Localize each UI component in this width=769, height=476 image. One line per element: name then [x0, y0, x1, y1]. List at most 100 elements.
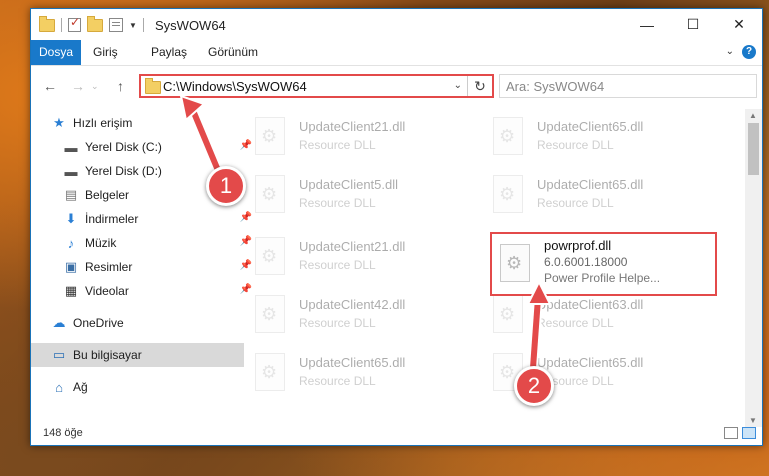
scrollbar-thumb[interactable]	[748, 123, 759, 175]
vertical-scrollbar[interactable]: ▲ ▼	[745, 109, 762, 427]
properties-check-icon[interactable]	[68, 15, 81, 32]
dll-file-icon	[255, 175, 285, 213]
callout-step-1: 1	[206, 166, 246, 206]
sidebar-item-label: Yerel Disk (D:)	[85, 164, 162, 178]
customize-dropdown-icon[interactable]: ▼	[129, 21, 137, 30]
file-name: UpdateClient65.dll	[537, 177, 644, 192]
up-icon[interactable]: ↑	[117, 78, 124, 94]
video-icon: ▦	[64, 283, 78, 298]
sidebar-item-label: Ağ	[73, 380, 88, 394]
address-text[interactable]: C:\Windows\SysWOW64	[163, 79, 307, 94]
powrprof-file-item[interactable]: powrprof.dll 6.0.6001.18000 Power Profil…	[490, 232, 717, 296]
file-item[interactable]: UpdateClient65.dll Resource DLL	[465, 113, 685, 159]
file-name: UpdateClient21.dll	[299, 119, 406, 134]
file-version: 6.0.6001.18000	[544, 255, 628, 269]
sidebar-item-music[interactable]: ♪ Müzik 📌	[31, 231, 256, 255]
sidebar-item-label: Resimler	[85, 260, 133, 274]
view-switcher	[724, 427, 756, 439]
new-folder-icon[interactable]	[87, 15, 103, 32]
expand-ribbon-icon[interactable]: ⌄	[726, 46, 734, 57]
sidebar-item-disk-c[interactable]: ▬ Yerel Disk (C:) 📌	[31, 135, 256, 159]
sidebar-item-label: Belgeler	[85, 188, 130, 202]
title-bar: ▼ SysWOW64 — ☐ ✕	[31, 9, 762, 40]
divider	[61, 18, 62, 32]
window-controls: — ☐ ✕	[624, 9, 762, 40]
file-item[interactable]: UpdateClient5.dll Resource DLL	[227, 171, 447, 217]
star-icon: ★	[53, 115, 65, 130]
address-dropdown-icon[interactable]: ⌄	[454, 80, 462, 91]
minimize-button[interactable]: —	[624, 9, 670, 40]
computer-icon: ▭	[52, 347, 66, 362]
file-item[interactable]: UpdateClient63.dll Resource DLL	[465, 291, 685, 337]
tab-share[interactable]: Paylaş	[151, 40, 187, 65]
back-icon[interactable]: ←	[43, 78, 57, 94]
file-name: UpdateClient65.dll	[537, 119, 644, 134]
file-name: UpdateClient65.dll	[299, 355, 406, 370]
download-icon: ⬇	[65, 211, 77, 226]
documents-icon: ▤	[64, 187, 78, 202]
file-name: UpdateClient65.dll	[537, 355, 644, 370]
dll-file-icon	[255, 117, 285, 155]
dll-file-icon	[493, 175, 523, 213]
drive-icon: ▬	[64, 163, 78, 179]
file-name: UpdateClient42.dll	[299, 297, 406, 312]
dll-file-icon	[255, 237, 285, 275]
sidebar-item-videos[interactable]: ▦ Videolar 📌	[31, 279, 256, 303]
tab-home[interactable]: Giriş	[93, 40, 118, 65]
sidebar-item-label: Hızlı erişim	[73, 116, 133, 130]
quick-access-toolbar: ▼	[39, 15, 144, 32]
rename-icon[interactable]	[109, 18, 123, 32]
sidebar-item-this-pc[interactable]: ▭ Bu bilgisayar	[31, 343, 244, 367]
address-bar[interactable]: C:\Windows\SysWOW64 ⌄ ↻	[139, 74, 494, 98]
item-count: 148 öğe	[43, 427, 83, 439]
file-item[interactable]: UpdateClient65.dll Resource DLL	[465, 171, 685, 217]
sidebar-item-downloads[interactable]: ⬇ İndirmeler 📌	[31, 207, 256, 231]
search-input[interactable]: Ara: SysWOW64	[499, 74, 757, 98]
file-item[interactable]: UpdateClient65.dll Resource DLL	[227, 349, 447, 395]
refresh-icon[interactable]: ↻	[467, 76, 492, 96]
pictures-icon: ▣	[64, 259, 78, 274]
sidebar-item-label: OneDrive	[73, 316, 124, 330]
sidebar-item-pictures[interactable]: ▣ Resimler 📌	[31, 255, 256, 279]
file-type: Resource DLL	[537, 316, 614, 330]
file-name: UpdateClient5.dll	[299, 177, 399, 192]
navigation-pane: ★ Hızlı erişim ▬ Yerel Disk (C:) 📌 ▬ Yer…	[31, 109, 252, 419]
help-icon[interactable]: ?	[742, 45, 756, 59]
folder-icon[interactable]	[39, 15, 55, 32]
sidebar-item-label: İndirmeler	[85, 212, 139, 226]
dll-file-icon	[493, 295, 523, 333]
sidebar-item-label: Yerel Disk (C:)	[85, 140, 162, 154]
tab-view[interactable]: Görünüm	[208, 40, 258, 65]
file-type: Resource DLL	[537, 138, 614, 152]
sidebar-item-onedrive[interactable]: ☁ OneDrive	[31, 311, 244, 335]
file-item[interactable]: UpdateClient65.dll Resource DLL	[465, 349, 685, 395]
callout-step-2: 2	[514, 366, 554, 406]
sidebar-item-label: Bu bilgisayar	[73, 348, 142, 362]
large-icons-view-icon[interactable]	[742, 427, 756, 439]
scroll-up-icon[interactable]: ▲	[749, 111, 757, 120]
file-name: UpdateClient21.dll	[299, 239, 406, 254]
forward-icon[interactable]: →	[71, 78, 85, 94]
details-view-icon[interactable]	[724, 427, 738, 439]
network-icon: ⌂	[55, 379, 63, 395]
file-type: Resource DLL	[299, 374, 376, 388]
navigation-bar: ← → ⌄ ↑ C:\Windows\SysWOW64 ⌄ ↻ Ara: Sys…	[31, 66, 762, 106]
file-type: Resource DLL	[537, 196, 614, 210]
file-type: Resource DLL	[299, 138, 376, 152]
close-button[interactable]: ✕	[716, 9, 762, 40]
file-item[interactable]: UpdateClient42.dll Resource DLL	[227, 291, 447, 337]
file-name: UpdateClient63.dll	[537, 297, 644, 312]
file-item[interactable]: UpdateClient21.dll Resource DLL	[227, 113, 447, 159]
drive-icon: ▬	[64, 139, 78, 155]
file-type: Resource DLL	[299, 258, 376, 272]
file-description: Power Profile Helpe...	[544, 271, 661, 285]
file-item[interactable]: UpdateClient21.dll Resource DLL	[227, 233, 447, 279]
tab-file[interactable]: Dosya	[31, 40, 81, 65]
file-type: Resource DLL	[299, 316, 376, 330]
sidebar-item-quick-access[interactable]: ★ Hızlı erişim	[31, 111, 244, 135]
sidebar-item-label: Müzik	[85, 236, 117, 250]
recent-dropdown-icon[interactable]: ⌄	[91, 81, 99, 92]
sidebar-item-network[interactable]: ⌂ Ağ	[31, 375, 244, 399]
cloud-icon: ☁	[52, 315, 66, 330]
maximize-button[interactable]: ☐	[670, 9, 716, 40]
